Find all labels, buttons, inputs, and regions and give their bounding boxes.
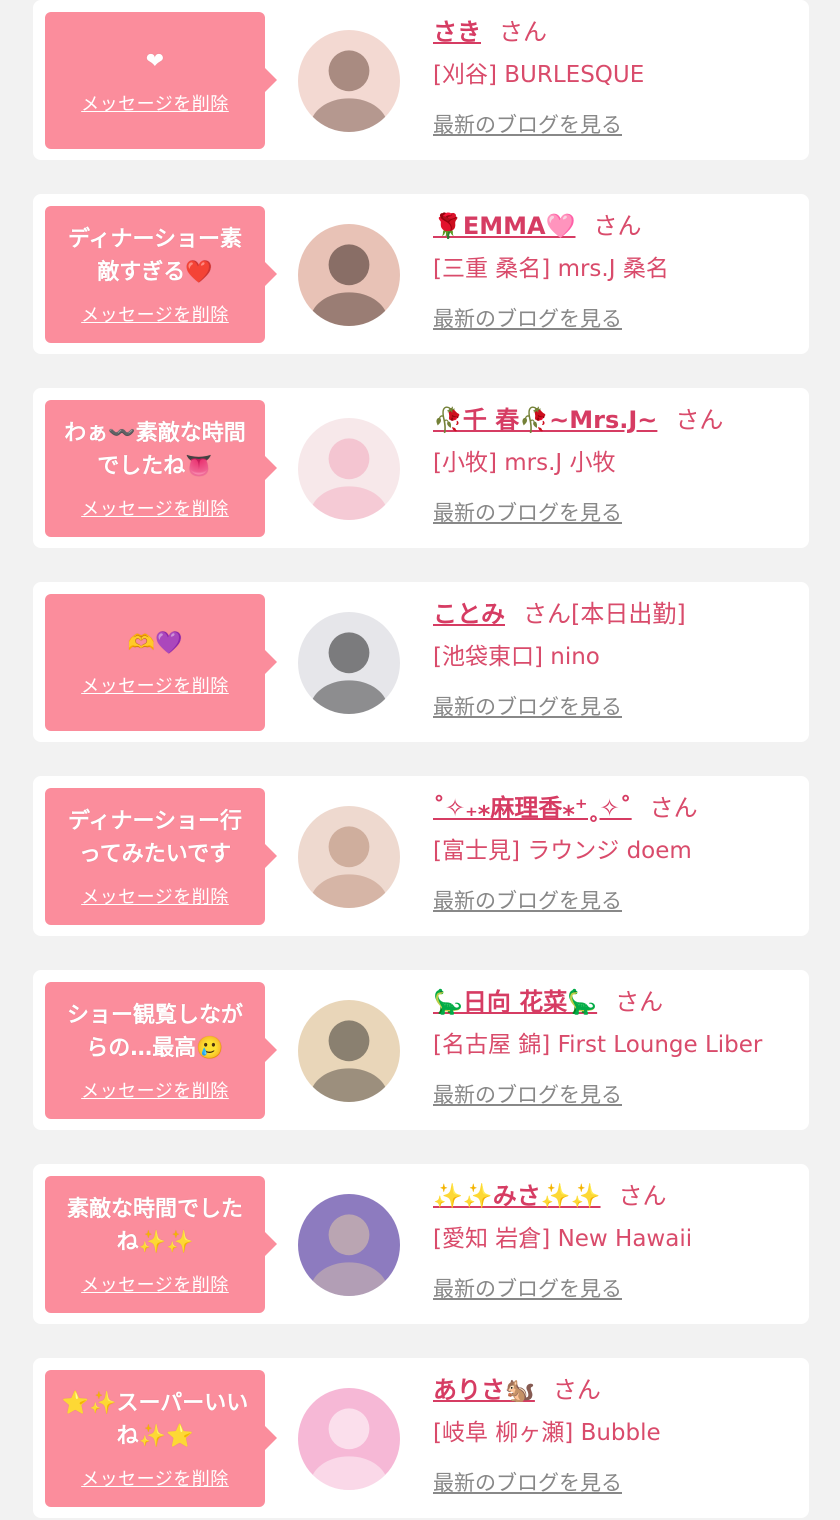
avatar[interactable] [298,612,400,714]
avatar[interactable] [298,30,400,132]
latest-blog-link[interactable]: 最新のブログを見る [433,109,622,139]
message-text: ディナーショー素 敵すぎる❤️ [67,226,243,285]
avatar[interactable] [298,806,400,908]
message-list: ❤ メッセージを削除 さき さん [刈谷] BURLESQUE 最新のブログを見る… [0,0,840,1520]
name-line: ありさ🐿️ さん [433,1370,799,1410]
shop-name: [富士見] ラウンジ doem [433,838,692,864]
cast-name-link[interactable]: 🌹EMMA🩷 [433,212,576,240]
message-text: ディナーショー行 ってみたいです [67,808,243,867]
shop-name: [小牧] mrs.J 小牧 [433,450,616,476]
delete-message-button[interactable]: メッセージを削除 [81,672,229,698]
profile-info: さき さん [刈谷] BURLESQUE 最新のブログを見る [433,12,799,139]
avatar-image [298,1000,400,1102]
avatar[interactable] [298,418,400,520]
cast-name-link[interactable]: 🥀千 春🥀~Mrs.J~ [433,406,657,434]
avatar[interactable] [298,1000,400,1102]
shop-name: [池袋東口] nino [433,644,600,670]
cast-name-link[interactable]: ことみ [433,600,505,628]
profile-info: 🥀千 春🥀~Mrs.J~ さん [小牧] mrs.J 小牧 最新のブログを見る [433,400,799,527]
latest-blog-link[interactable]: 最新のブログを見る [433,885,622,915]
name-line: 🌹EMMA🩷 さん [433,206,799,246]
message-bubble: ❤ メッセージを削除 [45,12,277,149]
profile-info: ˚✧₊⁎麻理香⁎⁺˳✧˚ さん [富士見] ラウンジ doem 最新のブログを見る [433,788,799,915]
message-text: ⭐✨スーパーいい ね✨⭐ [61,1390,249,1449]
honorific: さん[本日出勤] [523,600,686,628]
honorific: さん [552,1376,601,1404]
message-card: わぁ〰️素敵な時間 でしたね👅 メッセージを削除 🥀千 春🥀~Mrs.J~ さん … [33,388,809,548]
name-line: さき さん [433,12,799,52]
message-text: 🫶💜 [127,631,183,656]
shop-name: [三重 桑名] mrs.J 桑名 [433,256,669,282]
message-bubble: ⭐✨スーパーいい ね✨⭐ メッセージを削除 [45,1370,277,1507]
message-card: ⭐✨スーパーいい ね✨⭐ メッセージを削除 ありさ🐿️ さん [岐阜 柳ヶ瀬] B… [33,1358,809,1518]
honorific: さん [593,212,642,240]
honorific: さん [615,988,664,1016]
name-line: ことみ さん[本日出勤] [433,594,799,634]
message-text: ショー観覧しなが らの…最高🥲 [66,1002,243,1061]
cast-name-link[interactable]: 🦕日向 花菜🦕 [433,988,597,1016]
message-text: わぁ〰️素敵な時間 でしたね👅 [64,420,246,479]
shop-name: [愛知 岩倉] New Hawaii [433,1226,693,1252]
message-card: ショー観覧しなが らの…最高🥲 メッセージを削除 🦕日向 花菜🦕 さん [名古屋 … [33,970,809,1130]
delete-message-button[interactable]: メッセージを削除 [81,1465,229,1491]
delete-message-button[interactable]: メッセージを削除 [81,883,229,909]
message-card: 素敵な時間でした ね✨✨ メッセージを削除 ✨✨みさ✨✨ さん [愛知 岩倉] N… [33,1164,809,1324]
message-bubble: わぁ〰️素敵な時間 でしたね👅 メッセージを削除 [45,400,277,537]
avatar[interactable] [298,1388,400,1490]
honorific: さん [675,406,724,434]
latest-blog-link[interactable]: 最新のブログを見る [433,1273,622,1303]
profile-info: 🌹EMMA🩷 さん [三重 桑名] mrs.J 桑名 最新のブログを見る [433,206,799,333]
avatar-image [298,1388,400,1490]
avatar[interactable] [298,1194,400,1296]
message-bubble: 🫶💜 メッセージを削除 [45,594,277,731]
cast-name-link[interactable]: ˚✧₊⁎麻理香⁎⁺˳✧˚ [433,794,632,822]
latest-blog-link[interactable]: 最新のブログを見る [433,691,622,721]
message-bubble: ショー観覧しなが らの…最高🥲 メッセージを削除 [45,982,277,1119]
honorific: さん [499,18,547,46]
cast-name-link[interactable]: さき [433,18,481,46]
latest-blog-link[interactable]: 最新のブログを見る [433,1467,622,1497]
profile-info: 🦕日向 花菜🦕 さん [名古屋 錦] First Lounge Liber 最新の… [433,982,799,1109]
shop-name: [岐阜 柳ヶ瀬] Bubble [433,1420,661,1446]
message-card: ディナーショー素 敵すぎる❤️ メッセージを削除 🌹EMMA🩷 さん [三重 桑名… [33,194,809,354]
delete-message-button[interactable]: メッセージを削除 [81,1077,229,1103]
avatar-image [298,1194,400,1296]
delete-message-button[interactable]: メッセージを削除 [81,90,229,116]
honorific: さん [618,1182,667,1210]
avatar-image [298,806,400,908]
cast-name-link[interactable]: ✨✨みさ✨✨ [433,1182,601,1210]
message-bubble: ディナーショー行 ってみたいです メッセージを削除 [45,788,277,925]
delete-message-button[interactable]: メッセージを削除 [81,1271,229,1297]
message-bubble: ディナーショー素 敵すぎる❤️ メッセージを削除 [45,206,277,343]
message-text: 素敵な時間でした ね✨✨ [66,1196,243,1255]
message-text: ❤ [145,49,165,74]
latest-blog-link[interactable]: 最新のブログを見る [433,303,622,333]
message-card: 🫶💜 メッセージを削除 ことみ さん[本日出勤] [池袋東口] nino 最新のブ… [33,582,809,742]
latest-blog-link[interactable]: 最新のブログを見る [433,1079,622,1109]
delete-message-button[interactable]: メッセージを削除 [81,301,229,327]
honorific: さん [649,794,698,822]
profile-info: ありさ🐿️ さん [岐阜 柳ヶ瀬] Bubble 最新のブログを見る [433,1370,799,1497]
delete-message-button[interactable]: メッセージを削除 [81,495,229,521]
profile-info: ✨✨みさ✨✨ さん [愛知 岩倉] New Hawaii 最新のブログを見る [433,1176,799,1303]
avatar-image [298,612,400,714]
name-line: 🦕日向 花菜🦕 さん [433,982,799,1022]
name-line: 🥀千 春🥀~Mrs.J~ さん [433,400,799,440]
cast-name-link[interactable]: ありさ🐿️ [433,1376,535,1404]
message-bubble: 素敵な時間でした ね✨✨ メッセージを削除 [45,1176,277,1313]
avatar-image [298,30,400,132]
shop-name: [名古屋 錦] First Lounge Liber [433,1032,763,1058]
avatar[interactable] [298,224,400,326]
name-line: ˚✧₊⁎麻理香⁎⁺˳✧˚ さん [433,788,799,828]
latest-blog-link[interactable]: 最新のブログを見る [433,497,622,527]
shop-name: [刈谷] BURLESQUE [433,62,645,88]
message-card: ディナーショー行 ってみたいです メッセージを削除 ˚✧₊⁎麻理香⁎⁺˳✧˚ さん… [33,776,809,936]
profile-info: ことみ さん[本日出勤] [池袋東口] nino 最新のブログを見る [433,594,799,721]
avatar-image [298,224,400,326]
message-card: ❤ メッセージを削除 さき さん [刈谷] BURLESQUE 最新のブログを見る [33,0,809,160]
avatar-image [298,418,400,520]
name-line: ✨✨みさ✨✨ さん [433,1176,799,1216]
